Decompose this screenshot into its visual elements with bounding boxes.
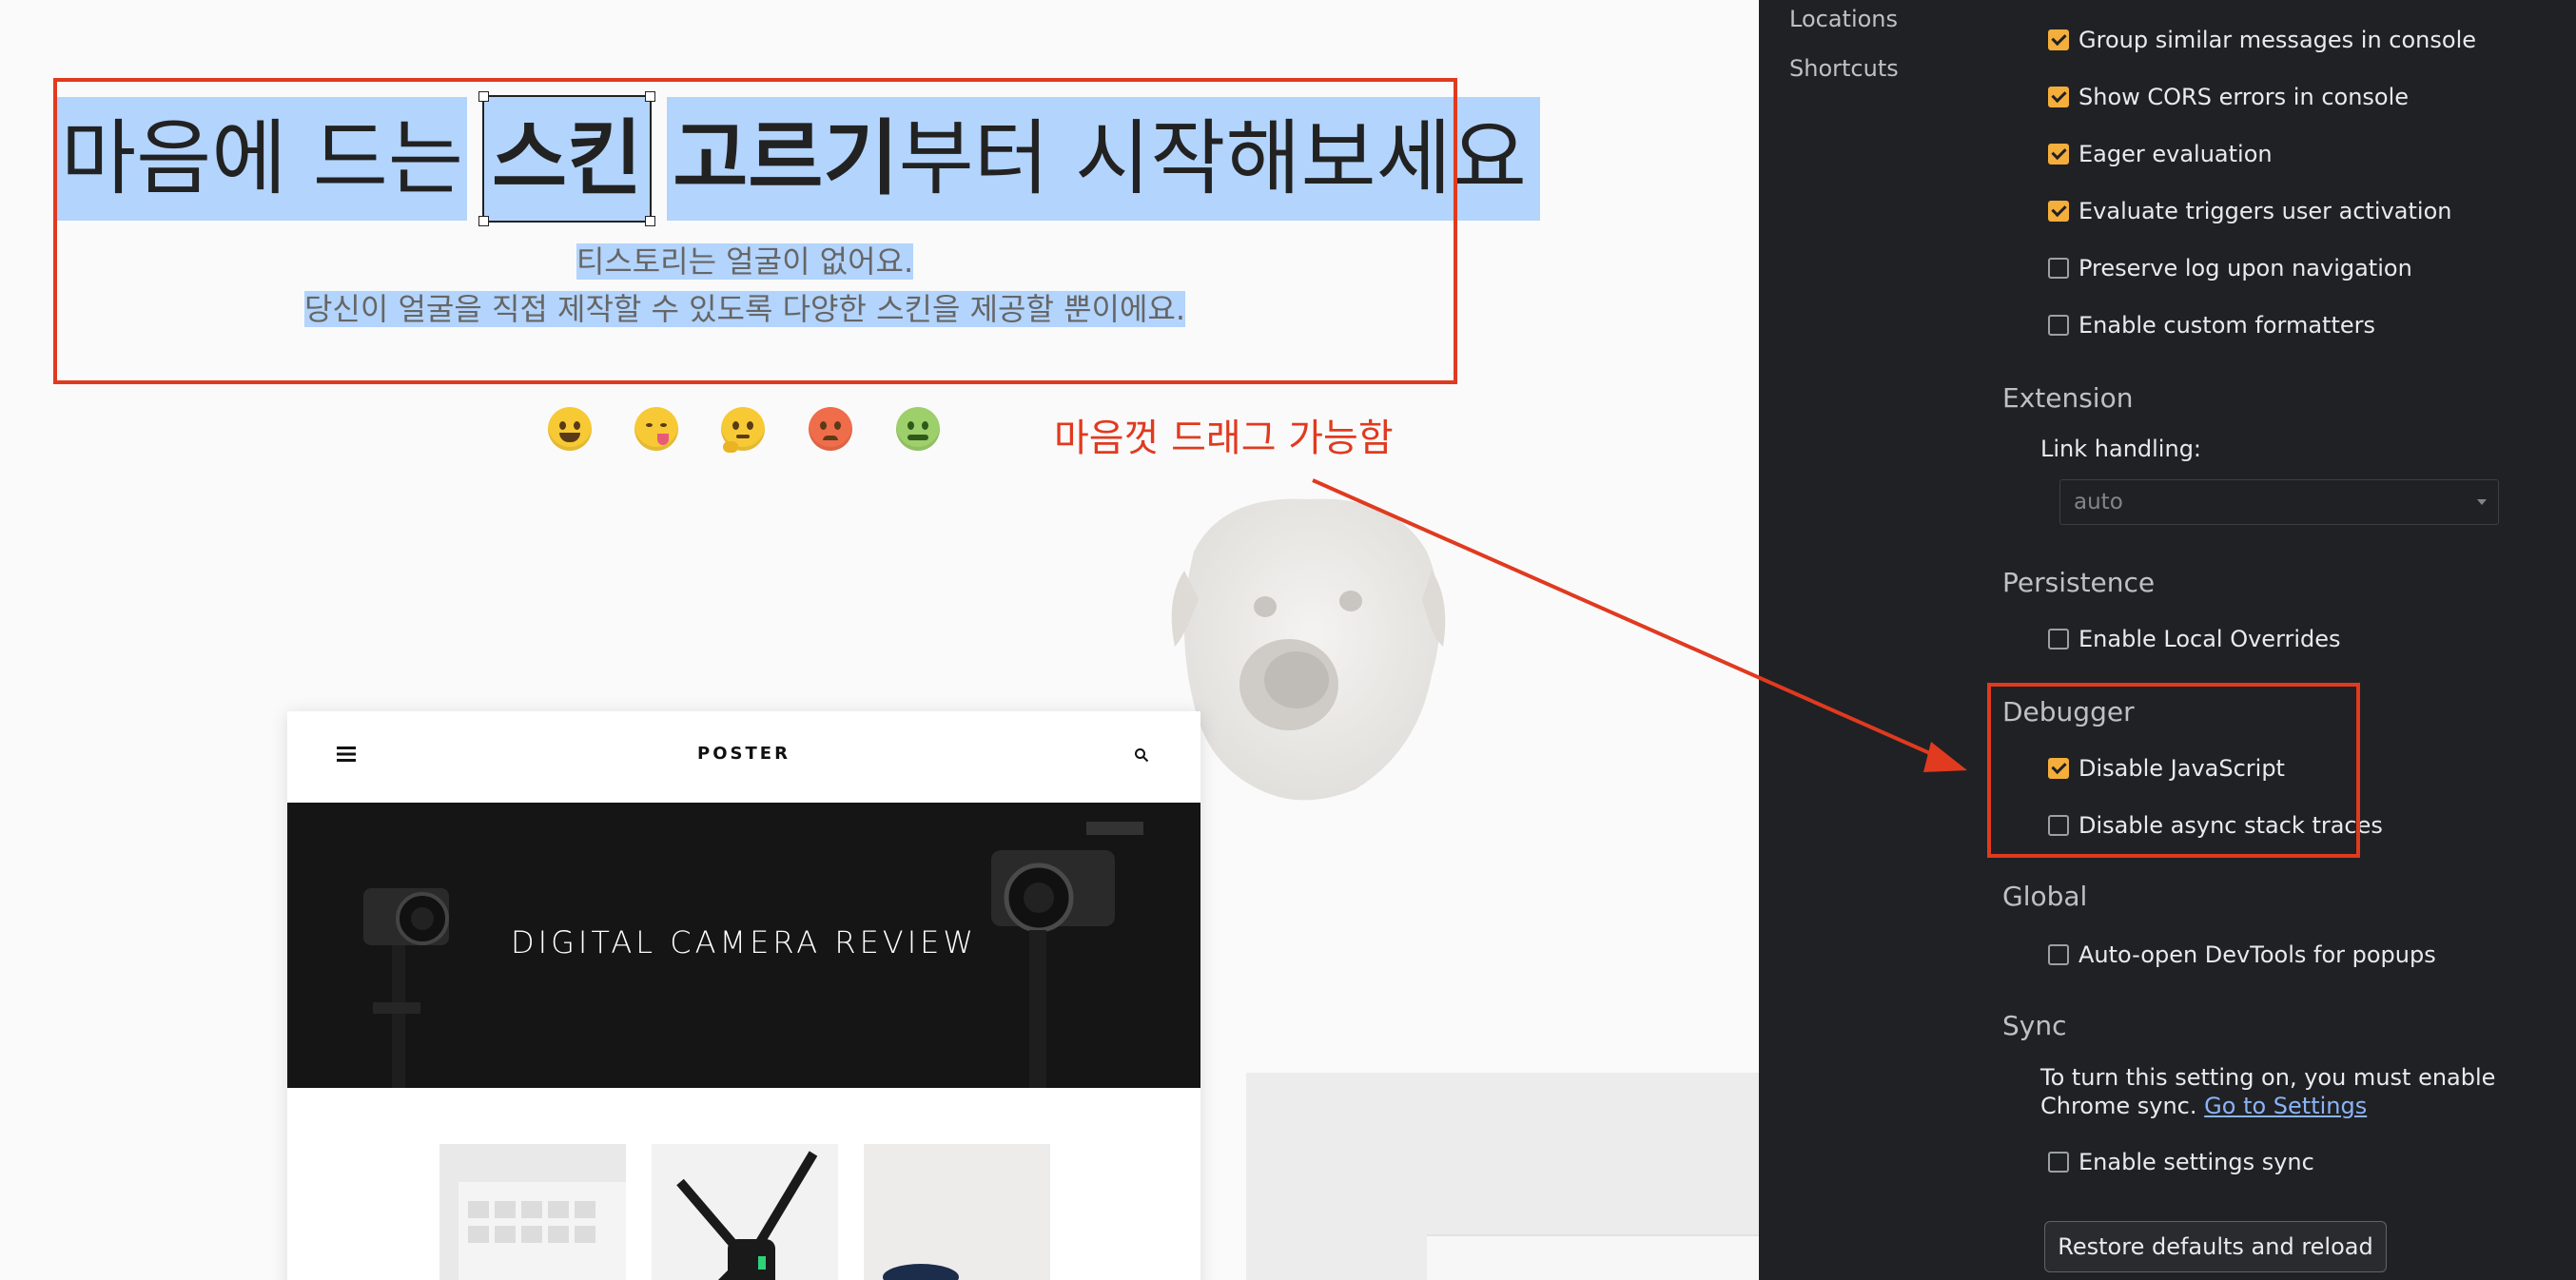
link-handling-select[interactable]: auto (2059, 479, 2499, 525)
nauseated-emoji[interactable] (896, 407, 940, 451)
background-image-card (1246, 1073, 1759, 1280)
preview-hero-title: DIGITAL CAMERA REVIEW (511, 924, 977, 960)
go-to-settings-link[interactable]: Go to Settings (2204, 1093, 2367, 1119)
section-title-persistence: Persistence (2002, 567, 2156, 598)
grinning-emoji[interactable] (548, 407, 592, 451)
nav-item-locations[interactable]: Locations (1789, 6, 1898, 32)
checkbox-checked[interactable] (2048, 29, 2069, 50)
dog-sticker-image[interactable] (1156, 485, 1460, 808)
skin-preview-card[interactable]: POSTER DIGITAL CAMERA REVIEW (287, 711, 1200, 1280)
devtools-settings-panel: Locations Shortcuts Group similar messag… (1759, 0, 2576, 1280)
thinking-emoji[interactable] (721, 407, 765, 453)
debugger-highlight-box (1987, 683, 2360, 858)
web-page: 마음에 드는 스킨 고르기부터 시작해보세요 티스토리는 얼굴이 없어요. 당신이… (0, 0, 1759, 1280)
checkbox-unchecked[interactable] (2048, 629, 2069, 650)
section-title-extension: Extension (2002, 382, 2134, 414)
link-handling-label: Link handling: (2040, 436, 2202, 462)
checkbox-unchecked[interactable] (2048, 944, 2069, 965)
preview-header: POSTER (287, 711, 1200, 803)
preview-logo: POSTER (697, 744, 790, 764)
checkbox-checked[interactable] (2048, 144, 2069, 165)
section-title-sync: Sync (2002, 1010, 2067, 1041)
restore-defaults-button[interactable]: Restore defaults and reload (2044, 1221, 2387, 1272)
search-icon[interactable] (1134, 747, 1149, 763)
checkbox-checked[interactable] (2048, 87, 2069, 107)
thumbnail-device[interactable] (864, 1144, 1050, 1280)
camera-left-image (363, 888, 449, 1088)
checkbox-unchecked[interactable] (2048, 1152, 2069, 1173)
checkbox-checked[interactable] (2048, 201, 2069, 222)
highlight-box (53, 78, 1457, 384)
annotation-label: 마음껏 드래그 가능함 (1054, 417, 1394, 460)
link-handling-value: auto (2074, 490, 2123, 514)
checkbox-unchecked[interactable] (2048, 258, 2069, 279)
yum-emoji[interactable] (634, 407, 678, 451)
section-title-global: Global (2002, 881, 2088, 912)
chevron-down-icon (2477, 499, 2487, 505)
angry-emoji[interactable] (809, 407, 852, 451)
thumbnail-keyboard[interactable] (439, 1144, 626, 1280)
thumbnail-drone[interactable] (652, 1144, 838, 1280)
nav-item-shortcuts[interactable]: Shortcuts (1789, 55, 1899, 82)
checkbox-unchecked[interactable] (2048, 315, 2069, 336)
sync-description: To turn this setting on, you must enable… (2040, 1064, 2496, 1119)
devtools-settings-nav: Locations Shortcuts (1759, 0, 1968, 1280)
preview-hero-banner: DIGITAL CAMERA REVIEW (287, 803, 1200, 1088)
